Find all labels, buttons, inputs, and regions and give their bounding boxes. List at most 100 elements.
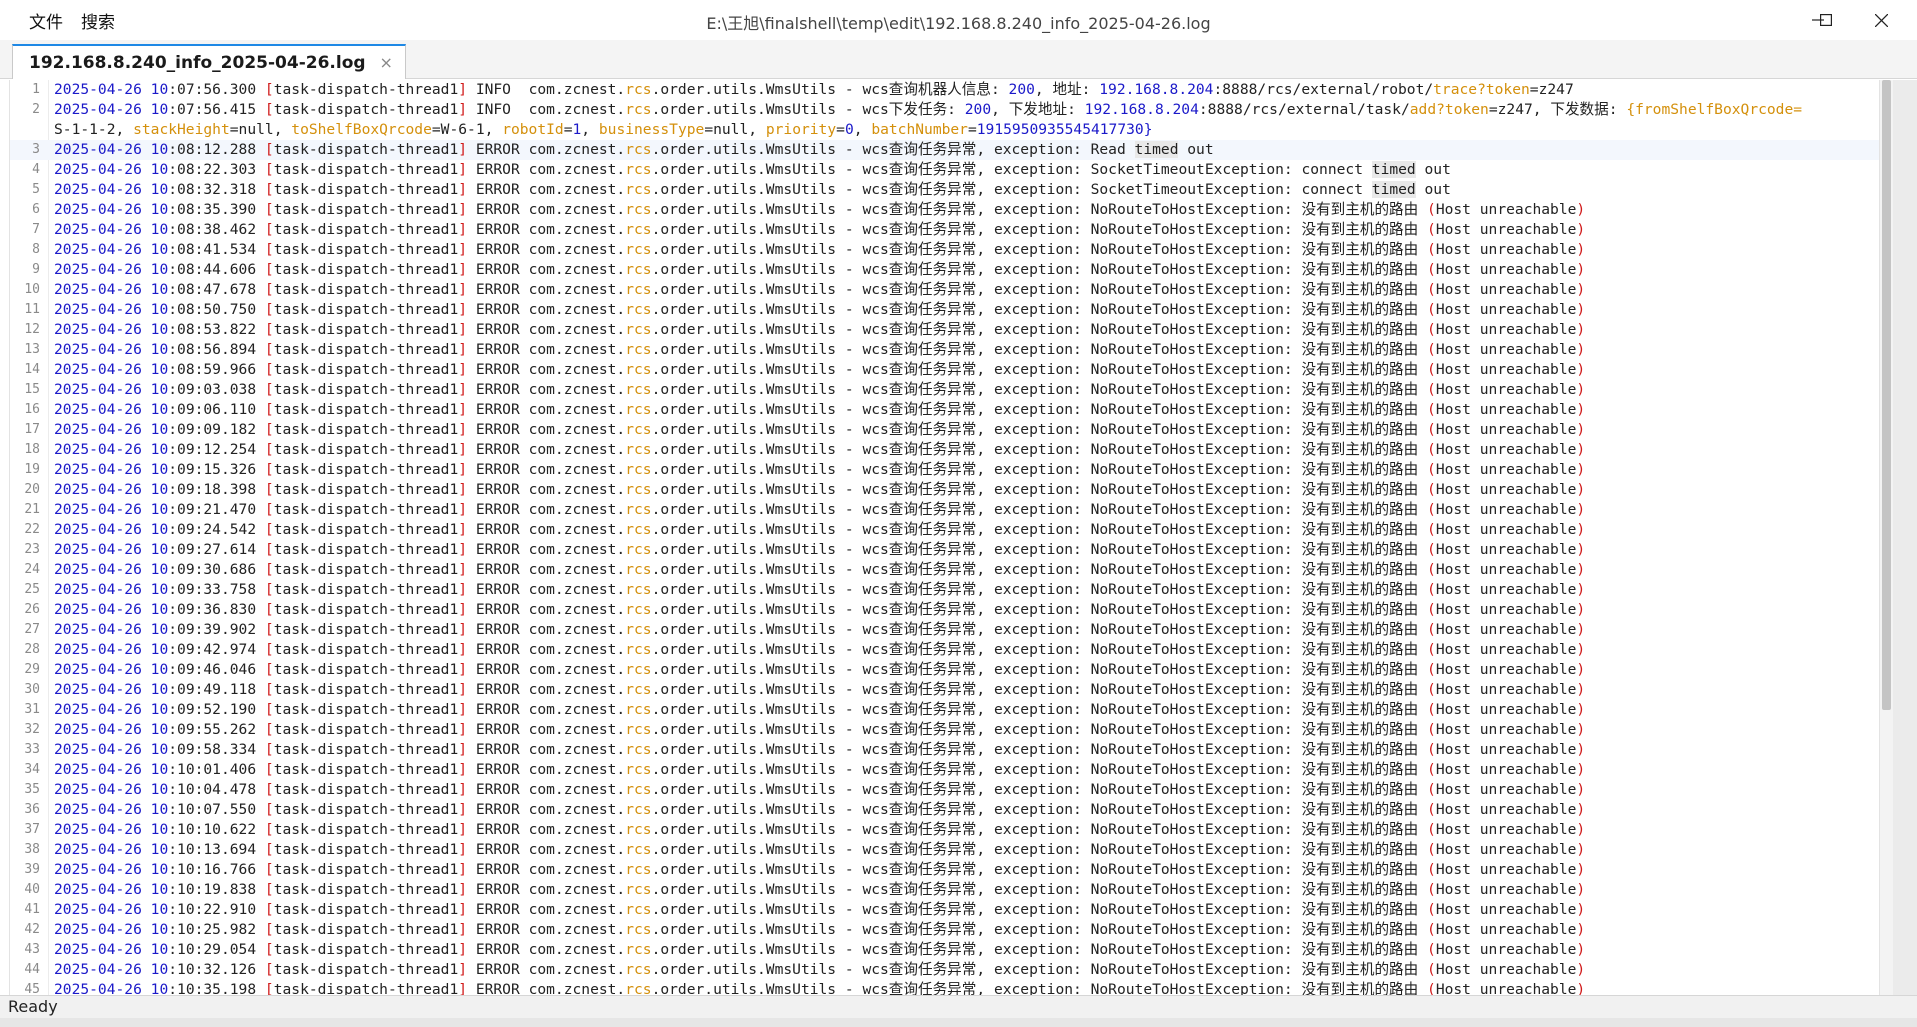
log-line[interactable]: 13 2025-04-26 10:08:56.894 [task-dispatch… — [10, 340, 1881, 360]
exception-host: Host unreachable — [1435, 481, 1577, 498]
log-line[interactable]: 15 2025-04-26 10:09:03.038 [task-dispatch… — [10, 380, 1881, 400]
close-button[interactable] — [1853, 0, 1909, 40]
log-line[interactable]: 37 2025-04-26 10:10:10.622 [task-dispatch… — [10, 820, 1881, 840]
log-line[interactable]: 11 2025-04-26 10:08:50.750 [task-dispatch… — [10, 300, 1881, 320]
log-level: ERROR — [475, 781, 520, 798]
log-line[interactable]: 38 2025-04-26 10:10:13.694 [task-dispatch… — [10, 840, 1881, 860]
exception-host: Host unreachable — [1435, 461, 1577, 478]
log-line[interactable]: 4 2025-04-26 10:08:22.303 [task-dispatch-… — [10, 160, 1881, 180]
log-line[interactable]: 45 2025-04-26 10:10:35.198 [task-dispatch… — [10, 980, 1881, 995]
log-level: ERROR — [475, 401, 520, 418]
vertical-scrollbar[interactable] — [1879, 80, 1893, 995]
paren-open: ( — [1427, 821, 1436, 838]
log-line[interactable]: 41 2025-04-26 10:10:22.910 [task-dispatch… — [10, 900, 1881, 920]
bracket-open: [ — [264, 561, 274, 578]
log-line[interactable]: 34 2025-04-26 10:10:01.406 [task-dispatch… — [10, 760, 1881, 780]
log-line-text: 2025-04-26 10:09:46.046 [task-dispatch-t… — [54, 661, 1586, 678]
log-line[interactable]: 40 2025-04-26 10:10:19.838 [task-dispatch… — [10, 880, 1881, 900]
line-number: 40 — [24, 882, 40, 897]
tab-close-icon[interactable]: × — [380, 53, 393, 72]
log-line[interactable]: 28 2025-04-26 10:09:42.974 [task-dispatch… — [10, 640, 1881, 660]
log-line[interactable]: 44 2025-04-26 10:10:32.126 [task-dispatch… — [10, 960, 1881, 980]
log-line[interactable]: 30 2025-04-26 10:09:49.118 [task-dispatch… — [10, 680, 1881, 700]
log-line[interactable]: 25 2025-04-26 10:09:33.758 [task-dispatch… — [10, 580, 1881, 600]
log-time: :09:27.614 — [168, 541, 257, 558]
log-line[interactable]: 35 2025-04-26 10:10:04.478 [task-dispatch… — [10, 780, 1881, 800]
scrollbar-thumb[interactable] — [1882, 80, 1891, 710]
log-line[interactable]: 6 2025-04-26 10:08:35.390 [task-dispatch-… — [10, 200, 1881, 220]
menu-search[interactable]: 搜索 — [81, 8, 115, 33]
log-line[interactable]: 21 2025-04-26 10:09:21.470 [task-dispatch… — [10, 500, 1881, 520]
log-line[interactable]: 2 2025-04-26 10:07:56.415 [task-dispatch-… — [10, 100, 1881, 120]
log-line-text: 2025-04-26 10:09:27.614 [task-dispatch-t… — [54, 541, 1586, 558]
log-line[interactable]: 12 2025-04-26 10:08:53.822 [task-dispatch… — [10, 320, 1881, 340]
log-thread: task-dispatch-thread1 — [273, 161, 459, 178]
log-line[interactable]: 43 2025-04-26 10:10:29.054 [task-dispatch… — [10, 940, 1881, 960]
log-date: 2025-04-26 — [54, 761, 142, 778]
exception-host: Host unreachable — [1435, 861, 1577, 878]
log-message: wcs查询任务异常, exception: — [862, 661, 1082, 678]
maximize-button[interactable] — [1798, 0, 1854, 40]
log-line[interactable]: 16 2025-04-26 10:09:06.110 [task-dispatch… — [10, 400, 1881, 420]
line-number: 6 — [32, 202, 40, 217]
log-line[interactable]: 20 2025-04-26 10:09:18.398 [task-dispatch… — [10, 480, 1881, 500]
log-line[interactable]: 39 2025-04-26 10:10:16.766 [task-dispatch… — [10, 860, 1881, 880]
exception-text: NoRouteToHostException: 没有到主机的路由 — [1090, 261, 1419, 278]
log-editor[interactable]: 1 2025-04-26 10:07:56.300 [task-dispatch-… — [9, 80, 1881, 995]
log-class: .order.utils.WmsUtils — [651, 441, 837, 458]
bracket-open: [ — [264, 701, 274, 718]
log-line[interactable]: 17 2025-04-26 10:09:09.182 [task-dispatch… — [10, 420, 1881, 440]
bracket-close: ] — [458, 521, 468, 538]
log-level: ERROR — [475, 681, 520, 698]
exception-text: NoRouteToHostException: 没有到主机的路由 — [1090, 621, 1419, 638]
log-line[interactable]: 14 2025-04-26 10:08:59.966 [task-dispatch… — [10, 360, 1881, 380]
log-line[interactable]: 24 2025-04-26 10:09:30.686 [task-dispatch… — [10, 560, 1881, 580]
exception-text: NoRouteToHostException: 没有到主机的路由 — [1090, 701, 1419, 718]
log-class: .order.utils.WmsUtils — [651, 521, 837, 538]
menu-file[interactable]: 文件 — [29, 8, 63, 33]
bracket-close: ] — [458, 201, 468, 218]
log-line-continuation[interactable]: S-1-1-2, stackHeight=null, toShelfBoxQrc… — [10, 120, 1881, 140]
log-line[interactable]: 42 2025-04-26 10:10:25.982 [task-dispatch… — [10, 920, 1881, 940]
log-message: wcs查询任务异常, exception: — [862, 861, 1082, 878]
bracket-close: ] — [458, 141, 468, 158]
log-thread: task-dispatch-thread1 — [273, 561, 459, 578]
line-number: 33 — [24, 742, 40, 757]
log-level: ERROR — [475, 301, 520, 318]
tab-log-file[interactable]: 192.168.8.240_info_2025-04-26.log × — [12, 44, 406, 79]
log-line[interactable]: 7 2025-04-26 10:08:38.462 [task-dispatch-… — [10, 220, 1881, 240]
log-line[interactable]: 31 2025-04-26 10:09:52.190 [task-dispatch… — [10, 700, 1881, 720]
log-hour: 10 — [150, 681, 169, 698]
log-line[interactable]: 23 2025-04-26 10:09:27.614 [task-dispatch… — [10, 540, 1881, 560]
bracket-open: [ — [264, 681, 274, 698]
log-date: 2025-04-26 — [54, 901, 142, 918]
log-level: ERROR — [475, 141, 520, 158]
log-line[interactable]: 19 2025-04-26 10:09:15.326 [task-dispatch… — [10, 460, 1881, 480]
log-thread: task-dispatch-thread1 — [273, 281, 459, 298]
log-date: 2025-04-26 — [54, 741, 142, 758]
log-line[interactable]: 10 2025-04-26 10:08:47.678 [task-dispatch… — [10, 280, 1881, 300]
log-class: .order.utils.WmsUtils — [651, 801, 837, 818]
log-line[interactable]: 5 2025-04-26 10:08:32.318 [task-dispatch-… — [10, 180, 1881, 200]
status-bar: Ready — [0, 995, 1917, 1018]
log-line[interactable]: 26 2025-04-26 10:09:36.830 [task-dispatch… — [10, 600, 1881, 620]
log-line[interactable]: 9 2025-04-26 10:08:44.606 [task-dispatch-… — [10, 260, 1881, 280]
right-edge-strip — [1893, 80, 1917, 995]
log-line[interactable]: 32 2025-04-26 10:09:55.262 [task-dispatch… — [10, 720, 1881, 740]
paren-open: ( — [1427, 281, 1436, 298]
log-line[interactable]: 33 2025-04-26 10:09:58.334 [task-dispatch… — [10, 740, 1881, 760]
log-line[interactable]: 27 2025-04-26 10:09:39.902 [task-dispatch… — [10, 620, 1881, 640]
log-class-hl: rcs — [625, 181, 652, 198]
log-class: com.zcnest. — [528, 601, 626, 618]
log-class: .order.utils.WmsUtils — [651, 541, 837, 558]
log-line[interactable]: 18 2025-04-26 10:09:12.254 [task-dispatch… — [10, 440, 1881, 460]
log-line[interactable]: 1 2025-04-26 10:07:56.300 [task-dispatch-… — [10, 80, 1881, 100]
log-line[interactable]: 36 2025-04-26 10:10:07.550 [task-dispatch… — [10, 800, 1881, 820]
log-line[interactable]: 22 2025-04-26 10:09:24.542 [task-dispatch… — [10, 520, 1881, 540]
log-level: ERROR — [475, 461, 520, 478]
log-line-text: 2025-04-26 10:08:47.678 [task-dispatch-t… — [54, 281, 1586, 298]
log-line[interactable]: 29 2025-04-26 10:09:46.046 [task-dispatch… — [10, 660, 1881, 680]
log-class: .order.utils.WmsUtils — [651, 321, 837, 338]
log-line[interactable]: 8 2025-04-26 10:08:41.534 [task-dispatch-… — [10, 240, 1881, 260]
log-line[interactable]: 3 2025-04-26 10:08:12.288 [task-dispatch-… — [10, 140, 1881, 160]
